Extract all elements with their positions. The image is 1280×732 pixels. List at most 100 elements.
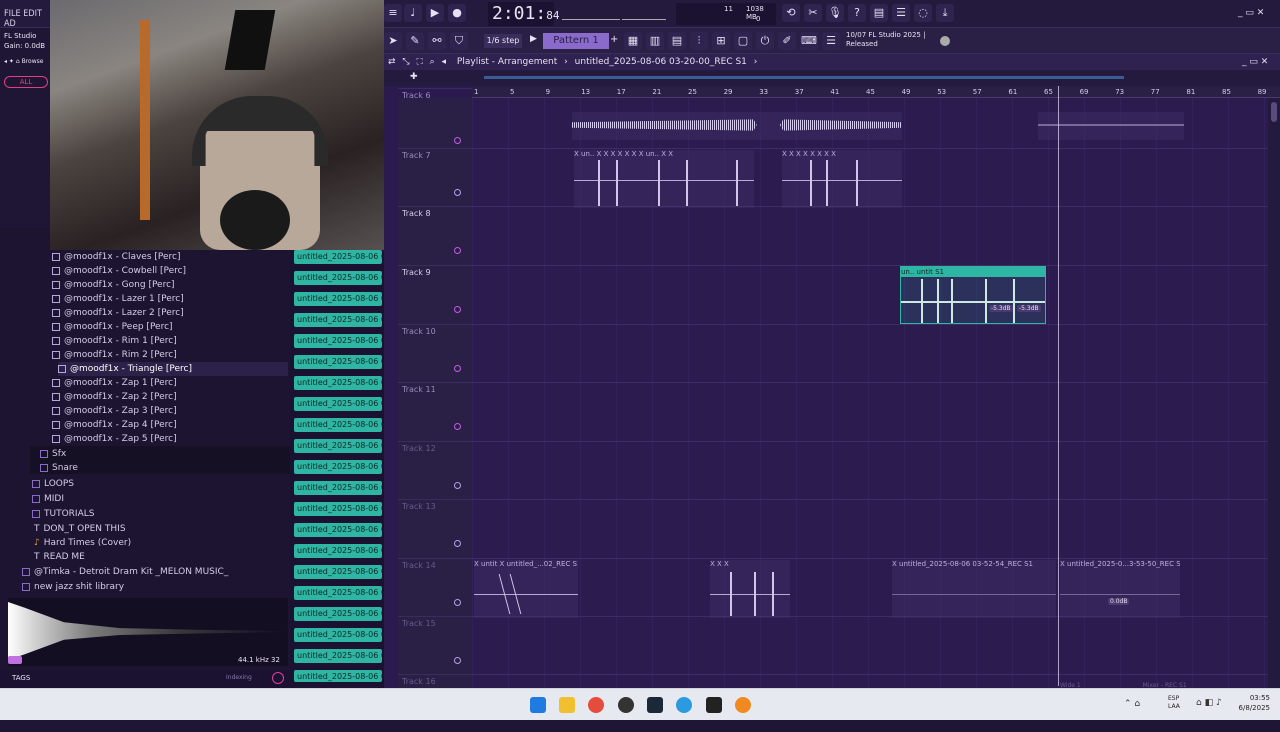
audio-clip[interactable]: X untitled_2025-0...3-53-50_REC S1 0.0dB [1060, 560, 1180, 618]
chrome-icon[interactable] [588, 697, 604, 713]
list-item[interactable]: @moodf1x - Cowbell [Perc] [52, 264, 186, 278]
clip-source[interactable]: untitled_2025-08-06 03- [294, 376, 382, 390]
window-controls[interactable]: _ ▭ ✕ [1238, 8, 1264, 18]
clip-source[interactable]: untitled_2025-08-06 03- [294, 460, 382, 474]
master-pitch-slider[interactable] [622, 6, 666, 20]
search-icon[interactable] [272, 672, 284, 684]
clip-source[interactable]: untitled_2025-08-06 03- [294, 313, 382, 327]
time-ruler[interactable]: 1 5 9 13 17 21 25 29 33 37 41 45 49 53 57 61 65 69 73 77 81 8… [472, 86, 1280, 98]
clip-source[interactable]: untitled_2025-08-06 03- [294, 481, 382, 495]
preview-play-icon[interactable] [8, 656, 22, 664]
audio-clip[interactable]: X X X [710, 560, 790, 618]
list-item[interactable]: @moodf1x - Lazer 1 [Perc] [52, 292, 184, 306]
audio-clip[interactable] [572, 112, 902, 140]
clip-source[interactable]: untitled_2025-08-06 03- [294, 565, 382, 579]
clip-source[interactable]: untitled_2025-08-06 03- [294, 544, 382, 558]
link-icon[interactable]: ⚯ [428, 32, 446, 50]
pack-item[interactable]: @Timka - Detroit Dram Kit _MELON MUSIC_ [22, 565, 228, 579]
clip-source[interactable]: untitled_2025-08-06 03- [294, 586, 382, 600]
list-item[interactable]: @moodf1x - Zap 2 [Perc] [52, 390, 177, 404]
folder-item[interactable]: Snare [40, 461, 78, 475]
browser-icon[interactable]: ⊞ [712, 32, 730, 50]
language-indicator[interactable]: ESP LAA [1168, 695, 1180, 711]
account-icon[interactable] [940, 36, 950, 46]
track-lane[interactable] [472, 616, 1268, 674]
start-icon[interactable] [530, 697, 546, 713]
audio-clip[interactable]: X untit X untitled_...02_REC S1 [474, 560, 578, 618]
overview-scrollbar[interactable] [484, 76, 1124, 79]
taskbar-clock[interactable]: 03:55 6/8/2025 [1230, 693, 1270, 713]
mixer-icon[interactable]: ☰ [892, 4, 910, 22]
chat-icon[interactable]: ◌ [914, 4, 932, 22]
playlist-overview[interactable]: ✚ [384, 70, 1280, 86]
pencil-icon[interactable]: ✎ [406, 32, 424, 50]
vertical-scrollbar[interactable] [1268, 98, 1280, 688]
list-item[interactable]: @moodf1x - Rim 1 [Perc] [52, 334, 177, 348]
record-icon[interactable]: ● [448, 4, 466, 22]
hint-icon[interactable]: ≡ [384, 4, 402, 22]
steam-icon[interactable] [647, 697, 663, 713]
audio-clip[interactable]: X un.. X X X X X X X un.. X X [574, 150, 754, 208]
browser-nav[interactable]: ◂ ✦ ⌂ Browse [4, 58, 48, 68]
folder-item[interactable]: LOOPS [32, 477, 74, 491]
brush-icon[interactable]: ✐ [778, 32, 796, 50]
piano-roll-icon[interactable]: ▥ [646, 32, 664, 50]
list-item[interactable]: @moodf1x - Claves [Perc] [52, 250, 181, 264]
undo-icon[interactable]: ⟲ [782, 4, 800, 22]
playlist-icon[interactable]: ▦ [624, 32, 642, 50]
browser-app-icon[interactable] [676, 697, 692, 713]
snap-step-select[interactable]: 1/6 step [484, 34, 522, 48]
clip-source[interactable]: untitled_2025-08-06 03- [294, 607, 382, 621]
clip-source[interactable]: untitled_2025-08-06 03- [294, 670, 382, 682]
list-item[interactable]: @moodf1x - Peep [Perc] [52, 320, 173, 334]
clip-source[interactable]: untitled_2025-08-06 03- [294, 292, 382, 306]
master-volume-slider[interactable] [562, 6, 620, 20]
playhead[interactable] [1058, 86, 1059, 686]
download-icon[interactable]: ⤓ [936, 4, 954, 22]
piano-icon[interactable]: ⌨ [800, 32, 818, 50]
file-item[interactable]: ♪ Hard Times (Cover) [34, 536, 131, 550]
stamp-icon[interactable]: ⛉ [450, 32, 468, 50]
playlist-window-controls[interactable]: _ ▭ ✕ [1242, 54, 1268, 70]
list-item[interactable]: @moodf1x - Rim 2 [Perc] [52, 348, 177, 362]
clip-source[interactable]: untitled_2025-08-06 03- [294, 439, 382, 453]
play-pattern-icon[interactable]: ▶ [530, 34, 537, 44]
news-icon[interactable]: ☰ [822, 32, 840, 50]
clip-source[interactable]: untitled_2025-08-06 03- [294, 397, 382, 411]
track-header[interactable]: Track 16 [398, 674, 472, 688]
track-header[interactable]: Track 6 [398, 88, 472, 146]
channel-rack-icon[interactable]: ▤ [668, 32, 686, 50]
track-header[interactable]: Track 13 [398, 499, 472, 557]
folder-item[interactable]: Sfx [40, 447, 66, 461]
save-icon[interactable]: ▤ [870, 4, 888, 22]
track-lane[interactable] [472, 441, 1268, 499]
add-pattern-icon[interactable]: + [610, 34, 618, 45]
main-menu[interactable]: FILE EDIT AD [0, 0, 50, 29]
plugin-icon[interactable]: ▢ [734, 32, 752, 50]
file-item[interactable]: T READ ME [34, 550, 85, 564]
track-header[interactable]: Track 11 [398, 382, 472, 440]
track-lane[interactable] [472, 499, 1268, 557]
list-item[interactable]: @moodf1x - Lazer 2 [Perc] [52, 306, 184, 320]
tray-icons[interactable]: ⌃ ⌂ [1124, 699, 1140, 709]
clip-source[interactable]: untitled_2025-08-06 03- [294, 355, 382, 369]
track-lane[interactable] [472, 324, 1268, 382]
news-ticker[interactable]: 10/07 FL Studio 2025 | Released [846, 31, 925, 49]
all-filter-button[interactable]: ALL [4, 76, 48, 88]
track-header[interactable]: Track 8 [398, 206, 472, 264]
metronome-icon[interactable]: ♩ [404, 4, 422, 22]
clip-source[interactable]: untitled_2025-08-06 03- [294, 418, 382, 432]
list-item[interactable]: @moodf1x - Zap 1 [Perc] [52, 376, 177, 390]
playlist-titlebar[interactable]: ⇄ ⤡ ⛶ ⌕ ◂ Playlist - Arrangement › untit… [384, 54, 1280, 70]
file-item[interactable]: T DON_T OPEN THIS [34, 522, 126, 536]
pattern-selector[interactable]: Pattern 1 [543, 33, 609, 49]
track-header[interactable]: Track 10 [398, 324, 472, 382]
track-header[interactable]: Track 7 [398, 148, 472, 206]
capcut-icon[interactable] [706, 697, 722, 713]
audio-clip[interactable]: X untitled_2025-08-06 03-52-54_REC S1 [892, 560, 1056, 618]
folder-item[interactable]: TUTORIALS [32, 507, 94, 521]
clip-source[interactable]: untitled_2025-08-06 03- [294, 502, 382, 516]
clip-source[interactable]: untitled_2025-08-06 03- [294, 334, 382, 348]
list-item[interactable]: @moodf1x - Zap 5 [Perc] [52, 432, 177, 446]
clip-source[interactable]: untitled_2025-08-06 03- [294, 628, 382, 642]
